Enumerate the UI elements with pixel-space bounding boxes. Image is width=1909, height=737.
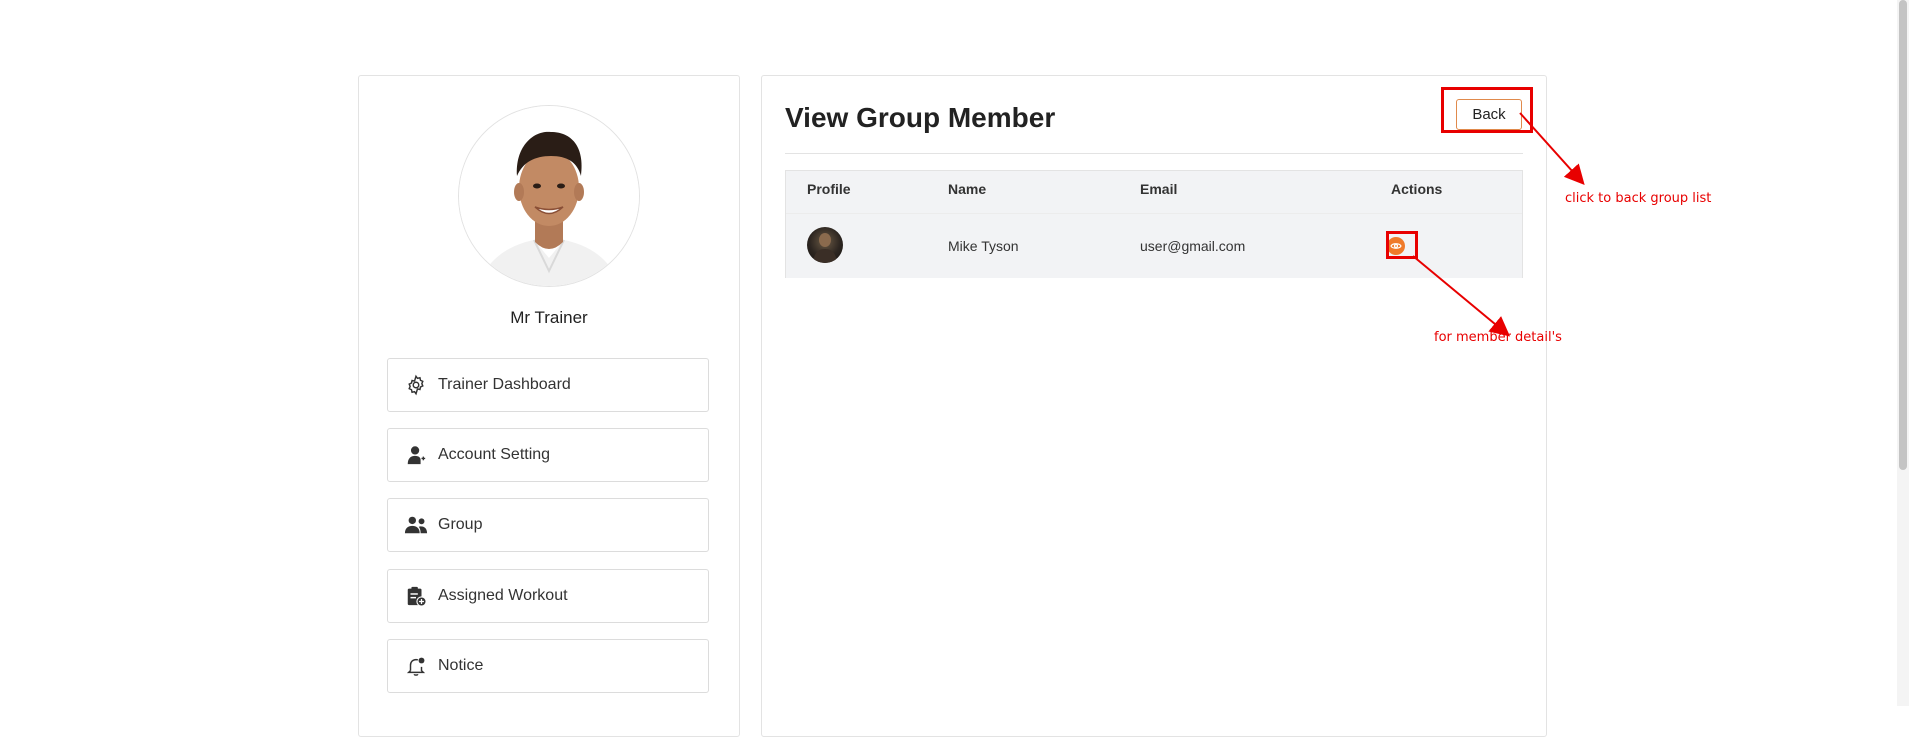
back-annotation-text: click to back group list (1565, 191, 1712, 206)
member-email: user@gmail.com (1140, 238, 1246, 254)
sidebar-item-label: Assigned Workout (438, 587, 568, 604)
column-header-profile: Profile (807, 181, 851, 197)
column-header-name: Name (948, 181, 987, 197)
sidebar-item-notice[interactable]: Notice (387, 639, 709, 693)
trainer-avatar (458, 105, 640, 287)
view-button-highlight (1386, 231, 1418, 259)
title-divider (785, 153, 1523, 154)
bell-icon (404, 654, 428, 678)
group-member-panel: View Group Member Back Profile Name Emai… (761, 75, 1547, 737)
sidebar-item-label: Trainer Dashboard (438, 376, 571, 393)
trainer-name: Mr Trainer (510, 308, 588, 327)
sidebar-item-group[interactable]: Group (387, 498, 709, 552)
member-name: Mike Tyson (948, 238, 1019, 254)
sidebar-item-trainer-dashboard[interactable]: Trainer Dashboard (387, 358, 709, 412)
sidebar-item-label: Account Setting (438, 446, 551, 463)
members-table: Profile Name Email Actions Mike Tyson us… (785, 170, 1523, 278)
users-icon (404, 513, 428, 537)
sidebar-item-assigned-workout[interactable]: Assigned Workout (387, 569, 709, 623)
page-title: View Group Member (785, 102, 1056, 133)
view-annotation-text: for member detail's (1434, 330, 1562, 345)
gear-icon (404, 373, 428, 397)
sidebar-item-label: Group (438, 516, 483, 533)
column-header-actions: Actions (1391, 181, 1443, 197)
clipboard-icon (404, 584, 428, 608)
back-button-highlight (1441, 87, 1533, 133)
member-avatar (807, 227, 843, 263)
scrollbar-thumb[interactable] (1899, 0, 1907, 470)
trainer-sidebar: Mr Trainer Trainer Dashboard Account Set… (358, 75, 740, 737)
page-scrollbar[interactable] (1897, 0, 1909, 706)
sidebar-item-account-setting[interactable]: Account Setting (387, 428, 709, 482)
user-icon (404, 443, 428, 467)
sidebar-item-label: Notice (438, 657, 484, 674)
column-header-email: Email (1140, 181, 1178, 197)
